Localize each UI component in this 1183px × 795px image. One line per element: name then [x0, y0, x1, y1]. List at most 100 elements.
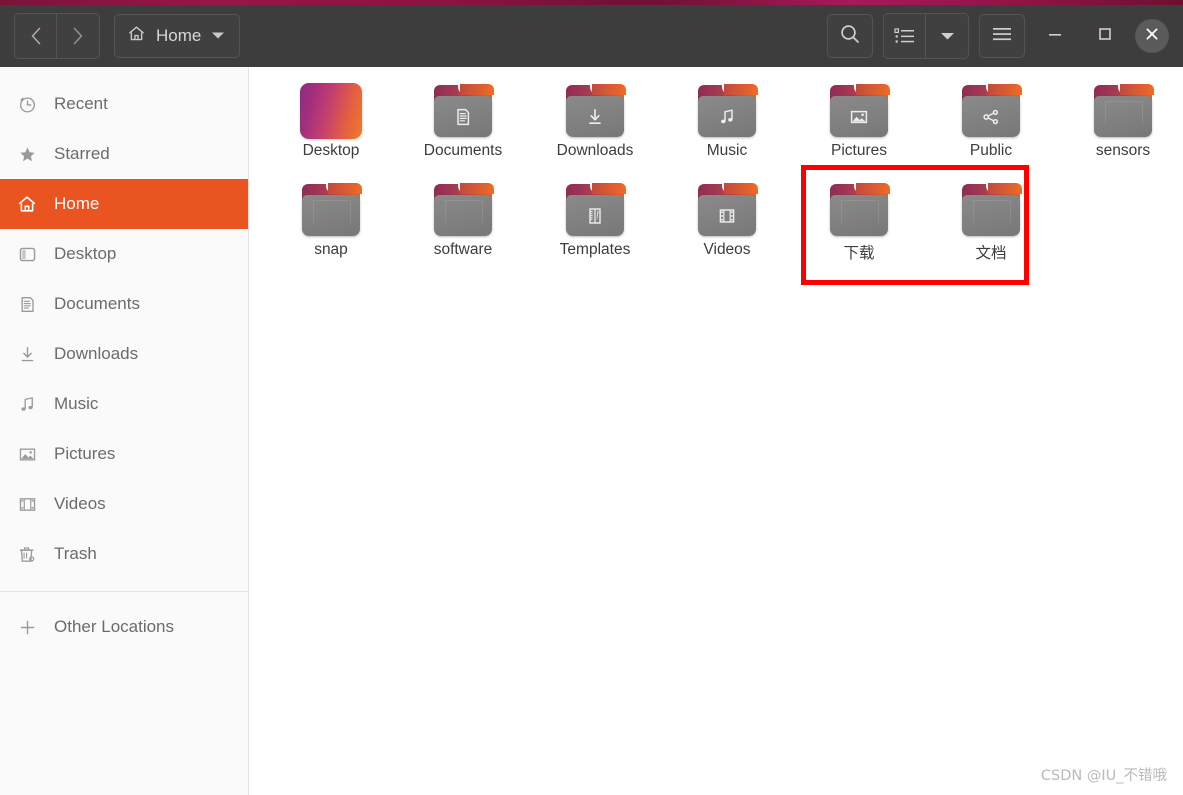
- file-item-label: Documents: [423, 142, 503, 159]
- minimize-button[interactable]: [1035, 16, 1075, 56]
- clock-icon: [16, 93, 38, 115]
- folder-icon: [564, 182, 626, 238]
- main-menu-button[interactable]: [979, 14, 1025, 58]
- sidebar-item-label: Music: [54, 394, 99, 413]
- sidebar-item-other-locations[interactable]: Other Locations: [0, 602, 248, 652]
- sidebar-item-label: Desktop: [54, 244, 117, 263]
- sidebar-item-downloads[interactable]: Downloads: [0, 329, 248, 379]
- folder-icon: [432, 182, 494, 238]
- file-item-label: Downloads: [556, 142, 634, 159]
- file-item-templates[interactable]: Templates: [529, 178, 661, 277]
- file-item-music[interactable]: Music: [661, 79, 793, 178]
- home-icon: [16, 193, 38, 215]
- close-button[interactable]: [1135, 19, 1169, 53]
- sidebar-item-music[interactable]: Music: [0, 379, 248, 429]
- file-item-software[interactable]: software: [397, 178, 529, 277]
- chevron-down-icon: [940, 31, 955, 41]
- sidebar-item-recent[interactable]: Recent: [0, 79, 248, 129]
- sidebar-item-label: Documents: [54, 294, 140, 313]
- video-icon: [16, 493, 38, 515]
- plus-icon: [16, 616, 38, 638]
- download-icon: [16, 343, 38, 365]
- sidebar-item-documents[interactable]: Documents: [0, 279, 248, 329]
- search-icon: [839, 23, 861, 50]
- document-icon: [16, 293, 38, 315]
- desktop-icon: [16, 243, 38, 265]
- file-item-documents[interactable]: Documents: [397, 79, 529, 178]
- file-item-label: Public: [969, 142, 1013, 159]
- file-item-snap[interactable]: snap: [265, 178, 397, 277]
- file-grid-area[interactable]: Desktop Documents Downloads Music Pictur…: [249, 67, 1183, 795]
- back-button[interactable]: [15, 14, 57, 58]
- search-button[interactable]: [827, 14, 873, 58]
- sidebar-divider: [0, 591, 248, 592]
- folder-icon: [432, 83, 494, 139]
- file-item-downloads[interactable]: Downloads: [529, 79, 661, 178]
- chevron-left-icon: [30, 27, 42, 45]
- list-view-icon: [893, 27, 916, 45]
- folder-icon: [696, 83, 758, 139]
- watermark-text: CSDN @IU_不错哦: [1040, 768, 1167, 784]
- sidebar-item-trash[interactable]: Trash: [0, 529, 248, 579]
- path-bar-home[interactable]: Home: [114, 14, 241, 58]
- sidebar-item-label: Other Locations: [54, 617, 175, 636]
- music-emblem-icon: [716, 106, 738, 128]
- file-item-videos[interactable]: Videos: [661, 178, 793, 277]
- header-bar: Home: [0, 5, 1183, 67]
- view-button-group: [883, 13, 969, 59]
- folder-icon: [960, 182, 1022, 238]
- sidebar-item-starred[interactable]: Starred: [0, 129, 248, 179]
- file-item-label: Music: [706, 142, 748, 159]
- sidebar-item-label: Downloads: [54, 344, 139, 363]
- folder-icon: [564, 83, 626, 139]
- window-body: Recent Starred Home Desktop Documents Do…: [0, 67, 1183, 795]
- file-item-wendang[interactable]: 文档: [925, 178, 1057, 277]
- sidebar-item-label: Recent: [54, 94, 108, 113]
- file-item-pictures[interactable]: Pictures: [793, 79, 925, 178]
- music-icon: [16, 393, 38, 415]
- file-item-sensors[interactable]: sensors: [1057, 79, 1183, 178]
- sidebar: Recent Starred Home Desktop Documents Do…: [0, 67, 249, 795]
- file-item-public[interactable]: Public: [925, 79, 1057, 178]
- file-item-label: 文档: [975, 245, 1007, 262]
- trash-icon: [16, 543, 38, 565]
- folder-icon: [1092, 83, 1154, 139]
- header-right-group: [827, 13, 1169, 59]
- desktop-gradient-icon: [300, 83, 362, 139]
- home-icon: [127, 24, 146, 48]
- sidebar-item-videos[interactable]: Videos: [0, 479, 248, 529]
- sidebar-item-label: Trash: [54, 544, 97, 563]
- file-item-label: Pictures: [831, 142, 887, 159]
- close-icon: [1144, 26, 1160, 47]
- sidebar-item-desktop[interactable]: Desktop: [0, 229, 248, 279]
- file-item-xiazai[interactable]: 下载: [793, 178, 925, 277]
- header-left-group: Home: [14, 13, 241, 59]
- video-emblem-icon: [716, 205, 738, 227]
- folder-icon: [828, 83, 890, 139]
- sidebar-item-label: Home: [54, 194, 100, 213]
- view-options-dropdown-button[interactable]: [926, 14, 968, 58]
- file-item-label: 下载: [843, 245, 875, 262]
- share-emblem-icon: [980, 106, 1002, 128]
- path-bar-label: Home: [156, 26, 202, 45]
- chevron-right-icon: [72, 27, 84, 45]
- forward-button[interactable]: [57, 14, 99, 58]
- sidebar-item-pictures[interactable]: Pictures: [0, 429, 248, 479]
- navigation-button-group: [14, 13, 100, 59]
- file-manager-window: Home Recent Starred Home Desktop Documen…: [0, 0, 1183, 795]
- template-emblem-icon: [584, 205, 606, 227]
- folder-icon: [828, 182, 890, 238]
- star-icon: [16, 143, 38, 165]
- document-emblem-icon: [452, 106, 474, 128]
- maximize-button[interactable]: [1085, 16, 1125, 56]
- file-item-label: snap: [314, 241, 348, 258]
- file-grid: Desktop Documents Downloads Music Pictur…: [265, 79, 1183, 277]
- file-item-label: Templates: [559, 241, 631, 258]
- picture-icon: [16, 443, 38, 465]
- file-item-desktop[interactable]: Desktop: [265, 79, 397, 178]
- folder-icon: [960, 83, 1022, 139]
- list-view-button[interactable]: [884, 14, 926, 58]
- download-emblem-icon: [584, 106, 606, 128]
- folder-icon: [300, 182, 362, 238]
- sidebar-item-home[interactable]: Home: [0, 179, 248, 229]
